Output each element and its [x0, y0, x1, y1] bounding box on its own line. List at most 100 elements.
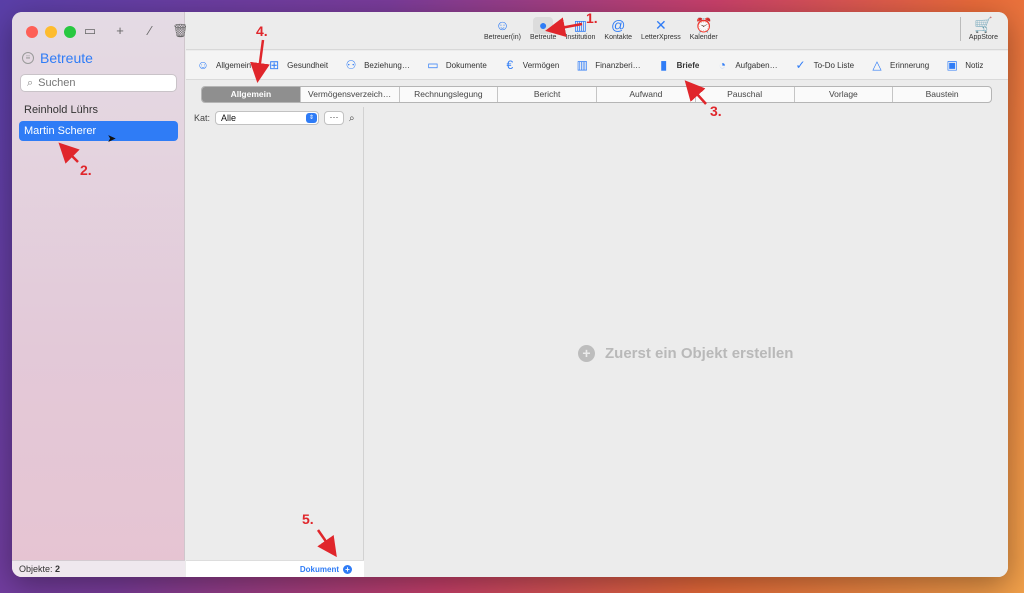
search-icon: ⌕: [27, 76, 34, 89]
appstore-button[interactable]: 🛒 AppStore: [959, 17, 998, 41]
pencil-icon[interactable]: ⁄: [142, 23, 158, 39]
sidebar: ▭ + ⁄ 🗑 ≡ Betreute ⌕ Reinhold Lührs Mart…: [12, 12, 189, 577]
person-icon: ☺: [196, 58, 210, 72]
object-count: 2: [55, 564, 61, 574]
toolbar-button-label: LetterXpress: [641, 34, 681, 41]
toolbar-button-label: Betreute: [529, 34, 557, 41]
search-icon[interactable]: ⌕: [349, 113, 355, 124]
segment-vorlage[interactable]: Vorlage: [795, 87, 894, 102]
tab-label: Vermögen: [522, 60, 560, 70]
cart-icon: 🛒: [974, 17, 993, 34]
tab-label: Finanzberi…: [595, 60, 641, 70]
segment-allgemein[interactable]: Allgemein: [202, 87, 301, 102]
plus-icon[interactable]: +: [112, 23, 128, 39]
category-value: Alle: [221, 113, 237, 123]
tab-label: Allgemein: [216, 60, 252, 70]
segment-aufwand[interactable]: Aufwand: [597, 87, 696, 102]
annotation-label-2: 2.: [80, 162, 92, 178]
document-list-pane: Kat: Alle ⇕ ··· ⌕ Dokument +: [186, 107, 364, 577]
tab-label: Erinnerung: [890, 60, 930, 70]
close-window-button[interactable]: [26, 26, 38, 38]
euro-icon: €: [506, 58, 514, 72]
toolbar-button-label: Kontakte: [604, 34, 633, 41]
alarm-clock-icon: ⏰: [695, 17, 713, 33]
toolbar-betreuer-button[interactable]: ☺ Betreuer(in): [482, 17, 523, 41]
app-window: ▭ + ⁄ 🗑 ≡ Betreute ⌕ Reinhold Lührs Mart…: [12, 12, 1008, 577]
task-clock-icon: ◔: [718, 58, 726, 72]
minimize-window-button[interactable]: [45, 26, 57, 38]
toolbar-button-label: Kalender: [689, 34, 718, 41]
sidebar-toggle-icon[interactable]: ▭: [82, 23, 98, 39]
tab-label: Aufgaben…: [735, 60, 778, 70]
list-item[interactable]: Reinhold Lührs: [19, 100, 178, 120]
tab-beziehung[interactable]: ⚇ Beziehung…: [344, 58, 410, 72]
tab-aufgaben[interactable]: ◔ Aufgaben…: [715, 58, 778, 72]
chart-icon: ▥: [576, 58, 588, 72]
tab-label: Beziehung…: [364, 60, 410, 70]
object-count-label: Objekte:: [19, 564, 53, 574]
filter-icon[interactable]: ≡: [22, 52, 34, 64]
annotation-label-1: 1.: [586, 10, 598, 26]
tab-erinnerung[interactable]: △ Erinnerung: [870, 58, 929, 72]
toolbar-kalender-button[interactable]: ⏰ Kalender: [688, 17, 720, 41]
annotation-label-5: 5.: [302, 511, 314, 527]
at-contact-icon: @: [611, 17, 626, 33]
note-icon: ▣: [946, 58, 958, 72]
toolbar-letterxpress-button[interactable]: ✕ LetterXpress: [639, 17, 683, 41]
segment-pauschal[interactable]: Pauschal: [696, 87, 795, 102]
tab-label: To-Do Liste: [813, 60, 855, 70]
tab-allgemein[interactable]: ☺ Allgemein: [196, 58, 251, 72]
tab-dokumente[interactable]: ▭ Dokumente: [426, 58, 487, 72]
plus-circle-icon: +: [343, 564, 352, 574]
tab-todo-liste[interactable]: ✓ To-Do Liste: [794, 58, 855, 72]
person-filled-icon: ●: [532, 17, 554, 34]
tab-gesundheit[interactable]: ⊞ Gesundheit: [267, 58, 328, 72]
add-document-label: Dokument: [299, 564, 339, 574]
toolbar-buttons: ☺ Betreuer(in) ● Betreute ▥ Institution …: [482, 17, 720, 41]
category-label: Kat:: [194, 113, 211, 123]
tab-label: Dokumente: [445, 60, 487, 70]
plus-circle-icon: +: [578, 345, 595, 362]
toolbar-kontakte-button[interactable]: @ Kontakte: [602, 17, 634, 41]
segment-rechnungslegung[interactable]: Rechnungslegung: [400, 87, 499, 102]
bell-icon: △: [872, 58, 882, 72]
tab-label: Briefe: [676, 60, 700, 70]
sidebar-header: ≡ Betreute: [22, 50, 93, 66]
list-item-selected[interactable]: Martin Scherer: [19, 121, 178, 141]
tab-briefe[interactable]: ▮ Briefe: [657, 58, 700, 72]
sidebar-title: Betreute: [40, 50, 93, 66]
folder-icon: ▭: [427, 58, 439, 72]
tab-vermoegen[interactable]: € Vermögen: [503, 58, 559, 72]
more-options-button[interactable]: ···: [324, 111, 345, 125]
empty-state-message: Zuerst ein Objekt erstellen: [605, 345, 794, 362]
category-select[interactable]: Alle ⇕: [215, 111, 320, 125]
annotation-label-3: 3.: [710, 103, 722, 119]
segment-baustein[interactable]: Baustein: [893, 87, 991, 102]
segment-vermoegensverzeichnis[interactable]: Vermögensverzeich…: [301, 87, 400, 102]
sidebar-footer: Objekte: 2: [12, 560, 185, 577]
appstore-label: AppStore: [968, 34, 998, 41]
empty-state[interactable]: + Zuerst ein Objekt erstellen: [578, 345, 793, 362]
letter-category-segments: Allgemein Vermögensverzeich… Rechnungsle…: [201, 86, 992, 103]
toolbar-button-label: Betreuer(in): [484, 34, 521, 41]
tab-label: Gesundheit: [287, 60, 329, 70]
sidebar-toolbar: ▭ + ⁄ 🗑: [82, 23, 189, 39]
document-icon: ▮: [660, 58, 667, 72]
letterxpress-icon: ✕: [655, 17, 667, 33]
tab-notiz[interactable]: ▣ Notiz: [945, 58, 984, 72]
search-input[interactable]: [38, 77, 159, 89]
segment-bericht[interactable]: Bericht: [498, 87, 597, 102]
betreute-list: Reinhold Lührs Martin Scherer: [19, 100, 178, 142]
tab-label: Notiz: [965, 60, 984, 70]
search-field[interactable]: ⌕: [20, 74, 177, 92]
annotation-label-4: 4.: [256, 23, 268, 39]
toolbar-button-label: Institution: [565, 34, 596, 41]
toolbar-betreute-button[interactable]: ● Betreute: [528, 17, 558, 41]
detail-pane: + Zuerst ein Objekt erstellen: [365, 107, 1008, 577]
medical-kit-icon: ⊞: [269, 58, 280, 72]
people-icon: ⚇: [345, 58, 357, 72]
zoom-window-button[interactable]: [64, 26, 76, 38]
person-outline-icon: ☺: [495, 17, 510, 33]
add-document-button[interactable]: Dokument +: [186, 560, 364, 577]
tab-finanzbericht[interactable]: ▥ Finanzberi…: [575, 58, 641, 72]
